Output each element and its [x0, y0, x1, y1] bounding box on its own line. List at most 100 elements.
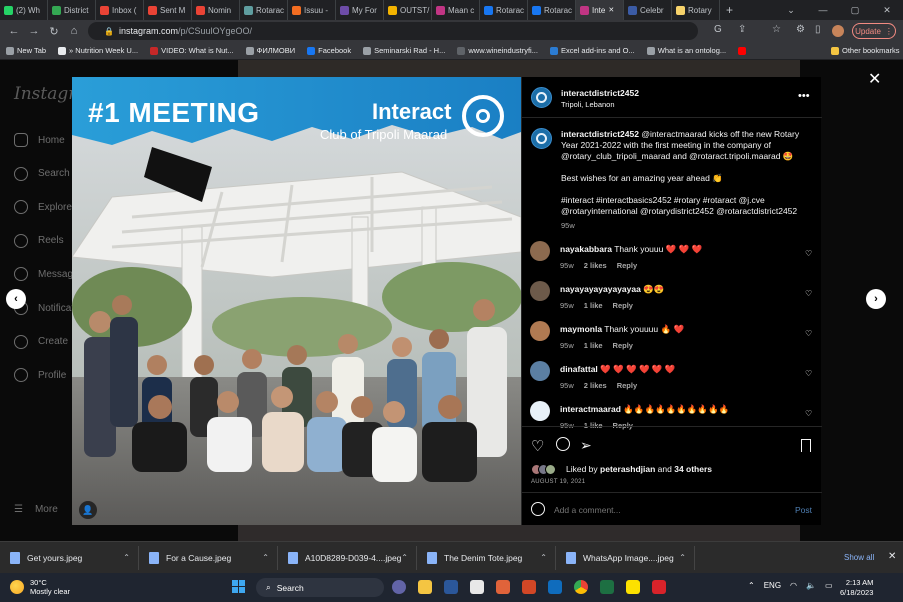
browser-tab[interactable]: Nomin — [192, 0, 240, 20]
powerpoint-icon[interactable] — [522, 580, 536, 594]
home-icon[interactable]: ⌂ — [64, 25, 84, 37]
tab-close-icon[interactable]: ✕ — [608, 6, 614, 14]
google-lens-icon[interactable]: G — [714, 24, 722, 35]
browser-tab[interactable]: Rotarac — [240, 0, 288, 20]
back-icon[interactable]: ← — [4, 25, 24, 37]
comment-reply-button[interactable]: Reply — [613, 341, 633, 350]
share-send-icon[interactable]: ➢ — [580, 437, 592, 454]
volume-icon[interactable]: 🔈 — [806, 581, 816, 590]
comment-reply-button[interactable]: Reply — [617, 381, 637, 390]
comment-reply-button[interactable]: Reply — [617, 261, 637, 270]
chevron-up-icon[interactable]: ⌃ — [401, 553, 408, 562]
bookmark-item[interactable]: ФИЛМОВИ — [240, 46, 302, 55]
likes-count[interactable]: 34 others — [674, 464, 712, 474]
tray-chevron-icon[interactable]: ⌃ — [748, 581, 755, 590]
feather-app-icon[interactable] — [496, 580, 510, 594]
bookmark-item[interactable]: Facebook — [301, 46, 357, 55]
commenter-username[interactable]: nayakabbara — [560, 244, 612, 254]
comment-like-heart-icon[interactable]: ♡ — [805, 289, 812, 298]
author-username[interactable]: interactdistrict2452 — [561, 88, 639, 98]
post-location[interactable]: Tripoli, Lebanon — [561, 100, 615, 109]
more-options-icon[interactable]: ••• — [798, 90, 810, 102]
comment-input[interactable] — [554, 502, 774, 517]
sidebar-item-create[interactable]: Create — [14, 334, 68, 349]
bookmark-item[interactable]: Seminarski Rad - H... — [357, 46, 451, 55]
sticky-notes-icon[interactable] — [626, 580, 640, 594]
windows-start-icon[interactable] — [232, 580, 245, 593]
tagged-user-icon[interactable]: 👤 — [79, 501, 97, 519]
clock[interactable]: 2:13 AM 6/18/2023 — [840, 578, 873, 598]
new-tab-icon[interactable]: + — [720, 3, 739, 17]
commenter-avatar[interactable] — [530, 401, 550, 421]
weather-widget[interactable]: 30°C Mostly clear — [10, 578, 70, 596]
comment-like-heart-icon[interactable]: ♡ — [805, 369, 812, 378]
bookmark-item[interactable]: » Nutrition Week U... — [52, 46, 144, 55]
browser-tab[interactable]: Rotarac — [480, 0, 528, 20]
comment-like-heart-icon[interactable]: ♡ — [805, 409, 812, 418]
like-icon[interactable]: ♡ — [531, 437, 544, 455]
commenter-avatar[interactable] — [530, 241, 550, 261]
commenter-username[interactable]: dinafattal — [560, 364, 598, 374]
download-item[interactable]: Get yours.jpeg ⌃ — [0, 545, 139, 570]
previous-arrow-icon[interactable]: ‹ — [6, 289, 26, 309]
browser-tab[interactable]: Inte ✕ — [576, 0, 624, 20]
commenter-username[interactable]: nayayayayayayayaa — [560, 284, 641, 294]
acrobat-icon[interactable] — [652, 580, 666, 594]
comment-likes[interactable]: 2 likes — [584, 261, 607, 270]
maximize-icon[interactable]: ▢ — [839, 5, 871, 16]
update-button[interactable]: Update ⋮ — [852, 23, 896, 39]
close-downloads-icon[interactable]: ✕ — [888, 551, 896, 562]
profile-avatar-icon[interactable] — [832, 25, 844, 37]
commenter-username[interactable]: maymonla — [560, 324, 602, 334]
post-comment-button[interactable]: Post — [795, 505, 812, 515]
comment-likes[interactable]: 2 likes — [584, 381, 607, 390]
sidebar-item-search[interactable]: Search — [14, 166, 70, 181]
bookmark-item[interactable]: www.wineindustryfi... — [451, 46, 544, 55]
excel-icon[interactable] — [600, 580, 614, 594]
next-arrow-icon[interactable]: › — [866, 289, 886, 309]
taskbar-search[interactable]: ⌕ Search — [256, 578, 384, 597]
post-image[interactable]: #1 MEETING Interact Club of Tripoli Maar… — [72, 77, 521, 525]
tab-search-icon[interactable]: ⌄ — [775, 5, 807, 16]
commenter-avatar[interactable] — [530, 321, 550, 341]
show-all-downloads-link[interactable]: Show all — [844, 553, 874, 562]
language-indicator[interactable]: ENG — [764, 581, 781, 590]
file-explorer-icon[interactable] — [418, 580, 432, 594]
sidebar-item-profile[interactable]: Profile — [14, 368, 66, 383]
caption-author[interactable]: interactdistrict2452 — [561, 129, 639, 139]
likes-user[interactable]: peterashdjian — [600, 464, 655, 474]
mail-icon[interactable] — [548, 580, 562, 594]
emoji-icon[interactable] — [531, 502, 545, 516]
download-item[interactable]: For a Cause.jpeg ⌃ — [139, 545, 278, 570]
comment-icon[interactable] — [556, 437, 570, 451]
browser-tab[interactable]: Rotarac — [528, 0, 576, 20]
chevron-up-icon[interactable]: ⌃ — [123, 553, 130, 562]
bookmark-item[interactable]: What is an ontolog... — [641, 46, 732, 55]
bookmark-item[interactable]: New Tab — [0, 46, 52, 55]
sidebar-icon[interactable]: ▯ — [815, 24, 821, 35]
caption-avatar[interactable] — [531, 128, 552, 149]
browser-tab[interactable]: Celebr — [624, 0, 672, 20]
browser-tab[interactable]: OUTST/ — [384, 0, 432, 20]
store-icon[interactable] — [470, 580, 484, 594]
browser-tab[interactable]: Inbox ( — [96, 0, 144, 20]
reload-icon[interactable]: ↻ — [44, 25, 64, 38]
save-bookmark-icon[interactable] — [801, 439, 811, 452]
more-link[interactable]: ☰ More — [14, 504, 58, 515]
share-icon[interactable]: ⇪ — [738, 24, 746, 35]
download-item[interactable]: WhatsApp Image....jpeg ⌃ — [556, 545, 695, 570]
bookmark-item[interactable] — [732, 46, 755, 55]
likes-summary[interactable]: Liked by peterashdjian and 34 others — [566, 464, 712, 475]
sidebar-item-home[interactable]: Home — [14, 133, 65, 147]
extensions-icon[interactable]: ⚙ — [796, 24, 805, 35]
battery-icon[interactable]: ▭ — [825, 581, 833, 590]
browser-tab[interactable]: (2) Wh — [0, 0, 48, 20]
chevron-up-icon[interactable]: ⌃ — [679, 553, 686, 562]
window-close-icon[interactable]: ✕ — [871, 5, 903, 16]
comment-likes[interactable]: 1 like — [584, 341, 603, 350]
comment-like-heart-icon[interactable]: ♡ — [805, 329, 812, 338]
commenter-username[interactable]: interactmaarad — [560, 404, 621, 414]
sidebar-item-explore[interactable]: Explore — [14, 200, 72, 215]
word-icon[interactable] — [444, 580, 458, 594]
chevron-up-icon[interactable]: ⌃ — [262, 553, 269, 562]
